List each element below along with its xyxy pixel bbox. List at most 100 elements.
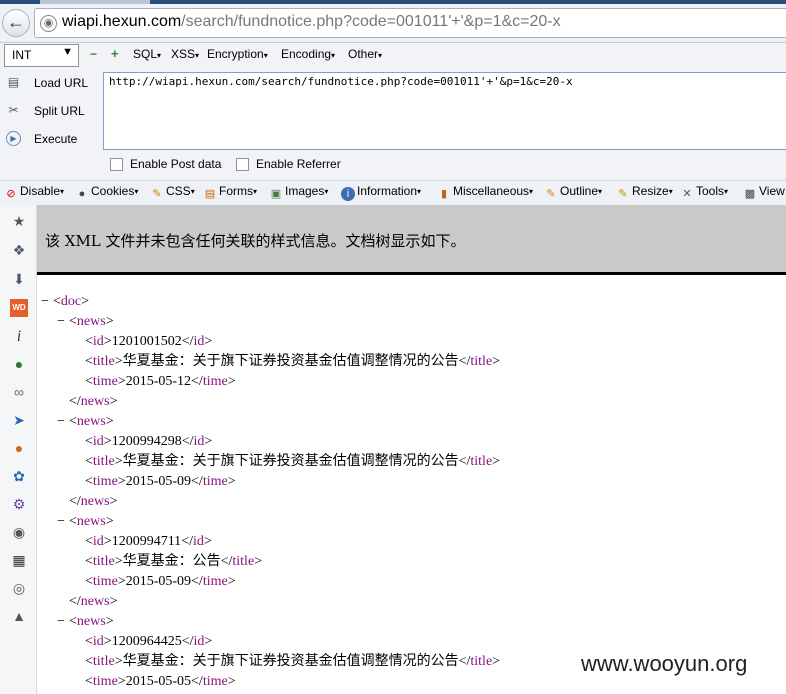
tools-icon: ✕ (682, 188, 692, 200)
news-title-value: 华夏基金：关于旗下证券投资基金估值调整情况的公告 (122, 454, 459, 469)
globe-tool-icon[interactable]: ◎ (10, 579, 28, 597)
news-time-value: 2015-05-12 (125, 374, 192, 389)
title-element: <title>华夏基金：关于旗下证券投资基金估值调整情况的公告</title> (85, 454, 501, 469)
outline-pencil-icon: ✎ (546, 188, 556, 200)
news-time-value: 2015-05-09 (125, 574, 192, 589)
menu-xss-label: XSS (171, 47, 196, 61)
load-url-label: Load URL (34, 76, 89, 90)
time-element: <time>2015-05-05</time> (85, 674, 236, 689)
id-element: <id>1200994711</id> (85, 534, 212, 549)
toolbar-cookies[interactable]: ● Cookies▾ (75, 184, 139, 202)
view-source-icon: ▩ (744, 188, 756, 200)
resize-icon: ✎ (618, 188, 628, 200)
post-checkbox-box[interactable] (110, 158, 123, 171)
palette-icon[interactable]: ◉ (10, 523, 28, 541)
banner-divider (37, 272, 786, 275)
collapse-toggle[interactable]: − (57, 612, 65, 632)
split-icon: ✂ (8, 103, 19, 117)
title-element: <title>华夏基金：关于旗下证券投资基金估值调整情况的公告</title> (85, 354, 501, 369)
green-ball-icon[interactable]: ● (10, 355, 28, 373)
hackbar-panel: INT ▼ − + SQL▾ XSS▾ Encryption▾ Encoding… (0, 43, 786, 180)
web-developer-toolbar: ⊘ Disable▾ ● Cookies▾ ✎ CSS▾ ▤ Forms▾ ▣ Image… (0, 180, 786, 206)
collapse-toggle[interactable]: − (57, 312, 65, 332)
post-checkbox-label: Enable Post data (130, 157, 222, 171)
collapse-toggle[interactable]: − (41, 292, 49, 312)
menu-encoding-label: Encoding (281, 47, 332, 61)
toolbar-tools-label: Tools (696, 184, 725, 198)
toolbar-disable[interactable]: ⊘ Disable▾ (4, 184, 64, 202)
back-arrow-icon: ← (7, 12, 25, 32)
news-open-tag: <news> (69, 614, 114, 629)
web-developer-icon[interactable]: WD (10, 299, 28, 317)
address-text: wiapi.hexun.com/search/fundnotice.php?co… (62, 13, 561, 31)
toolbar-outline-label: Outline (560, 184, 599, 198)
news-title-value: 华夏基金：公告 (122, 554, 221, 569)
star-icon[interactable]: ★ (10, 212, 28, 230)
menu-xss[interactable]: XSS▾ (171, 47, 199, 61)
toolbar-disable-label: Disable (20, 184, 61, 198)
time-element: <time>2015-05-09</time> (85, 474, 236, 489)
time-element: <time>2015-05-12</time> (85, 374, 236, 389)
play-icon: ▶ (6, 131, 21, 146)
toolbar-css-label: CSS (166, 184, 191, 198)
minus-icon[interactable]: − (90, 47, 97, 61)
id-element: <id>1201001502</id> (85, 334, 213, 349)
css-pencil-icon: ✎ (152, 188, 162, 200)
swirl-icon[interactable]: ✿ (10, 467, 28, 485)
news-title-value: 华夏基金：关于旗下证券投资基金估值调整情况的公告 (122, 354, 459, 369)
type-select[interactable]: INT ▼ (4, 44, 79, 67)
collapse-toggle[interactable]: − (57, 512, 65, 532)
toolbar-view-label: View (759, 184, 785, 198)
menu-encoding[interactable]: Encoding▾ (281, 47, 335, 61)
menu-sql-label: SQL (133, 47, 158, 61)
toolbar-miscellaneous[interactable]: ▮ Miscellaneous▾ (437, 184, 533, 202)
miscellaneous-icon: ▮ (440, 188, 448, 200)
news-open-tag: <news> (69, 414, 114, 429)
url-textarea-value: http://wiapi.hexun.com/search/fundnotice… (109, 75, 573, 88)
address-bar[interactable]: ◉ wiapi.hexun.com/search/fundnotice.php?… (34, 8, 786, 38)
menu-other[interactable]: Other▾ (348, 47, 382, 61)
menu-sql[interactable]: SQL▾ (133, 47, 161, 61)
title-element: <title>华夏基金：关于旗下证券投资基金估值调整情况的公告</title> (85, 654, 501, 669)
referrer-checkbox-box[interactable] (236, 158, 249, 171)
puzzle-icon[interactable]: ❖ (10, 241, 28, 259)
news-open-tag: <news> (69, 314, 114, 329)
collapse-toggle[interactable]: − (57, 412, 65, 432)
url-textarea[interactable]: http://wiapi.hexun.com/search/fundnotice… (103, 72, 786, 150)
address-path: /search/fundnotice.php?code=001011'+'&p=… (181, 13, 561, 30)
firebug-icon[interactable]: ● (10, 439, 28, 457)
back-button[interactable]: ← (2, 9, 30, 37)
cursor-icon[interactable]: ➤ (10, 411, 28, 429)
menu-encryption[interactable]: Encryption▾ (207, 47, 268, 61)
doc-tag-name: doc (60, 294, 82, 309)
navigation-bar: ← ◉ wiapi.hexun.com/search/fundnotice.ph… (0, 4, 786, 43)
news-title-value: 华夏基金：关于旗下证券投资基金估值调整情况的公告 (122, 654, 459, 669)
link-icon[interactable]: ∞ (10, 383, 28, 401)
toolbar-css[interactable]: ✎ CSS▾ (150, 184, 194, 202)
news-id-value: 1200964425 (111, 634, 182, 649)
toolbar-resize-label: Resize (632, 184, 669, 198)
toolbar-resize[interactable]: ✎ Resize▾ (616, 184, 672, 202)
gear-icon[interactable]: ⚙ (10, 495, 28, 513)
plus-icon[interactable]: + (111, 46, 119, 61)
information-icon: i (341, 187, 355, 201)
news-time-value: 2015-05-09 (125, 474, 192, 489)
news-close-tag: </news> (69, 594, 118, 609)
info-icon[interactable]: i (10, 328, 28, 346)
toolbar-view[interactable]: ▩ View (743, 184, 785, 202)
toolbar-tools[interactable]: ✕ Tools▾ (680, 184, 728, 202)
download-icon[interactable]: ⬇ (10, 270, 28, 288)
toolbar-information[interactable]: i Information▾ (341, 184, 421, 202)
toolbar-images-label: Images (285, 184, 325, 198)
grid-icon[interactable]: ▦ (10, 551, 28, 569)
split-url-button[interactable]: ✂ Split URL (4, 100, 99, 122)
eraser-icon[interactable]: ▲ (10, 607, 28, 625)
load-url-button[interactable]: ▤ Load URL (4, 72, 99, 94)
execute-button[interactable]: ▶ Execute (4, 128, 99, 150)
toolbar-forms[interactable]: ▤ Forms▾ (203, 184, 257, 202)
forms-icon: ▤ (204, 188, 216, 200)
address-host: wiapi.hexun.com (62, 13, 182, 30)
cookies-icon: ● (78, 188, 86, 200)
toolbar-outline[interactable]: ✎ Outline▾ (544, 184, 602, 202)
toolbar-images[interactable]: ▣ Images▾ (269, 184, 329, 202)
